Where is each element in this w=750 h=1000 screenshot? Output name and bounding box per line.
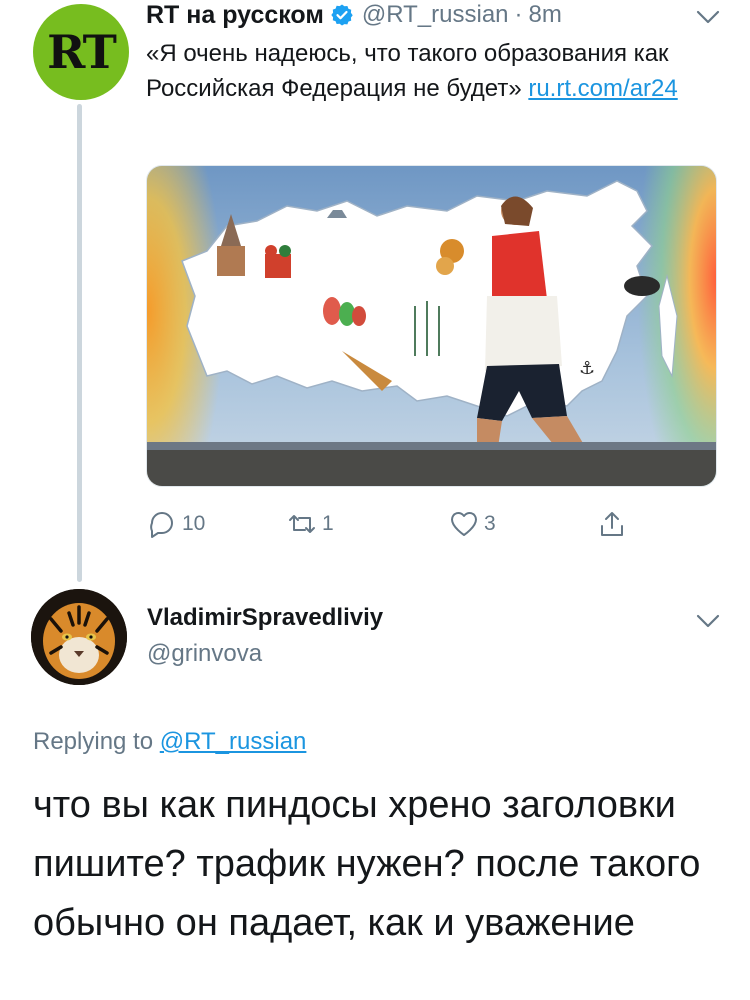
heart-icon [450,511,478,536]
chevron-down-icon[interactable] [695,612,721,630]
svg-text:⚓: ⚓ [579,358,595,379]
rt-logo: RT [47,25,117,79]
thread-connector-line [77,104,82,582]
reply-count: 10 [182,512,206,535]
reply-button[interactable]: 10 [146,508,205,540]
separator: · [514,1,523,28]
tweet-text: «Я очень надеюсь, что такого образования… [146,36,726,106]
verified-badge-icon [331,4,353,26]
retweet-count: 1 [322,512,334,535]
tweet-header: RT на русском @RT_russian · 8m [146,0,562,30]
like-count: 3 [484,512,496,535]
display-name[interactable]: RT на русском [146,1,324,30]
rt-avatar[interactable]: RT [33,4,129,100]
share-button[interactable] [596,508,632,540]
tweet-actions: 10 1 3 [146,508,666,548]
chevron-down-icon[interactable] [695,8,721,26]
reply-handle[interactable]: @grinvova [147,640,262,668]
retweet-icon [289,515,315,533]
like-button[interactable]: 3 [448,508,496,540]
share-icon [601,512,623,536]
reply-icon [150,512,173,538]
user-avatar[interactable] [31,589,127,685]
replying-to-link[interactable]: @RT_russian [160,728,307,755]
timestamp[interactable]: 8m [529,1,562,29]
tiger-avatar-image [31,589,127,685]
tweet-link[interactable]: ru.rt.com/ar24 [528,75,677,102]
tweet-media-image[interactable]: ⚓ [146,165,717,487]
map-mural-illustration: ⚓ [147,166,716,486]
replying-prefix: Replying to [33,728,154,755]
replying-to-line: Replying to @RT_russian [33,728,306,756]
retweet-button[interactable]: 1 [286,508,334,540]
handle[interactable]: @RT_russian [362,1,509,29]
reply-text: что вы как пиндосы хрено заголовки пишит… [33,784,701,944]
reply-display-name[interactable]: VladimirSpravedliviy [147,604,383,632]
